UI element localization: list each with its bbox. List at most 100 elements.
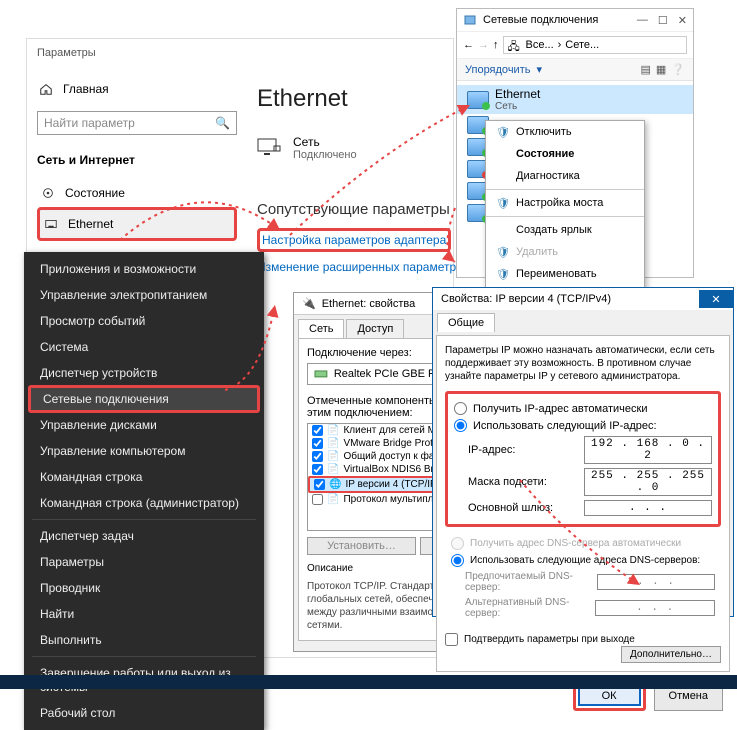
confirm-check-row[interactable]: Подтвердить параметры при выходе <box>445 633 635 646</box>
tab-access[interactable]: Доступ <box>346 319 404 338</box>
cm-run[interactable]: Выполнить <box>24 627 264 653</box>
ncx-rename[interactable]: 🛡Переименовать <box>486 263 644 285</box>
nc-addressbar[interactable]: ← → ↑ 🖧 Все...› Сете... <box>457 32 693 59</box>
comp-check[interactable] <box>312 425 323 436</box>
network-status: Подключено <box>293 149 357 161</box>
ipv4-body: Параметры IP можно назначать автоматичес… <box>436 335 730 672</box>
minimize-icon[interactable]: — <box>637 14 648 27</box>
advanced-button[interactable]: Дополнительно… <box>621 646 721 663</box>
cm-cmdadm[interactable]: Командная строка (администратор) <box>24 490 264 516</box>
shield-icon: 🛡 <box>496 126 508 138</box>
nav-home-label: Главная <box>63 82 109 96</box>
install-button[interactable]: Установить… <box>307 537 416 555</box>
back-icon[interactable]: ← <box>463 39 474 51</box>
status-icon <box>41 186 55 200</box>
home-icon <box>39 82 53 96</box>
cm-apps[interactable]: Приложения и возможности <box>24 256 264 282</box>
radio[interactable] <box>451 554 464 567</box>
up-icon[interactable]: ↑ <box>493 39 499 51</box>
cm-diskmgr[interactable]: Управление дисками <box>24 412 264 438</box>
cm-power[interactable]: Управление электропитанием <box>24 282 264 308</box>
card-icon <box>314 367 328 381</box>
comp-check[interactable] <box>312 438 323 449</box>
network-name: Сеть <box>293 135 357 149</box>
taskbar[interactable] <box>0 675 737 689</box>
comp-check[interactable] <box>312 451 323 462</box>
ncx-status[interactable]: Состояние <box>486 143 644 165</box>
cm-sep2 <box>32 656 256 657</box>
cm-cmd[interactable]: Командная строка <box>24 464 264 490</box>
crumb-all[interactable]: Все... <box>526 39 554 51</box>
radio-dns-auto: Получить адрес DNS-сервера автоматически <box>451 535 715 552</box>
radio[interactable] <box>454 402 467 415</box>
tab-general[interactable]: Общие <box>437 313 495 332</box>
dns2-input[interactable]: . . . <box>595 600 715 616</box>
view2-icon[interactable]: ▦ <box>656 63 666 76</box>
ncx-bridge[interactable]: 🛡Настройка моста <box>486 192 644 214</box>
dns-group: Получить адрес DNS-сервера автоматически… <box>445 531 721 625</box>
radio-dns-manual[interactable]: Использовать следующие адреса DNS-сервер… <box>451 552 715 569</box>
nav-home[interactable]: Главная <box>37 77 237 101</box>
radio[interactable] <box>454 419 467 432</box>
nav-ethernet-label: Ethernet <box>68 217 113 231</box>
ip-group: Получить IP-адрес автоматически Использо… <box>445 391 721 527</box>
dns1-input[interactable]: . . . <box>597 574 715 590</box>
maximize-icon[interactable]: ☐ <box>658 14 668 27</box>
mask-input[interactable]: 255 . 255 . 255 . 0 <box>584 468 712 496</box>
shield-icon: 🛡 <box>496 268 508 280</box>
ip-row: IP-адрес:192 . 168 . 0 . 2 <box>468 434 712 466</box>
related-heading: Сопутствующие параметры <box>257 201 452 218</box>
close-icon[interactable]: ✕ <box>678 14 687 27</box>
settings-section: Сеть и Интернет <box>37 153 237 167</box>
cm-desktop[interactable]: Рабочий стол <box>24 700 264 726</box>
radio-ip-auto[interactable]: Получить IP-адрес автоматически <box>454 400 712 417</box>
chevron-down-icon: ▾ <box>536 63 542 76</box>
shield-icon: 🛡 <box>496 246 508 258</box>
shield-icon: 🛡 <box>496 197 508 209</box>
gateway-input[interactable]: . . . <box>584 500 712 516</box>
ncx-sep2 <box>486 216 644 217</box>
ncx-shortcut[interactable]: Создать ярлык <box>486 219 644 241</box>
extended-settings-link[interactable]: Изменение расширенных параметров <box>257 260 452 274</box>
ok-button[interactable]: ОК <box>578 686 641 706</box>
plug-icon: 🔌 <box>302 297 316 310</box>
search-input[interactable]: Найти параметр 🔍 <box>37 111 237 135</box>
ncx-disable[interactable]: 🛡Отключить <box>486 121 644 143</box>
winx-menu: Приложения и возможности Управление элек… <box>24 252 264 730</box>
network-status-row[interactable]: Сеть Подключено <box>257 135 452 161</box>
fwd-icon[interactable]: → <box>478 39 489 51</box>
cm-explorer[interactable]: Проводник <box>24 575 264 601</box>
comp-check[interactable] <box>312 494 323 505</box>
comp-check[interactable] <box>314 479 325 490</box>
close-icon[interactable]: ✕ <box>699 290 733 308</box>
cm-taskmgr[interactable]: Диспетчер задач <box>24 523 264 549</box>
nic-icon <box>467 91 489 109</box>
ncx-delete[interactable]: 🛡Удалить <box>486 241 644 263</box>
adapter-ethernet[interactable]: Ethernet Сеть <box>457 85 693 114</box>
cm-sep1 <box>32 519 256 520</box>
cm-search[interactable]: Найти <box>24 601 264 627</box>
view-icon[interactable]: ▤ <box>640 63 650 76</box>
cm-netconn[interactable]: Сетевые подключения <box>28 385 260 413</box>
help-icon[interactable]: ❔ <box>671 63 685 76</box>
adapter-name: Ethernet <box>495 87 540 101</box>
nav-ethernet[interactable]: Ethernet <box>37 207 237 241</box>
radio-ip-manual[interactable]: Использовать следующий IP-адрес: <box>454 417 712 434</box>
organize-btn[interactable]: Упорядочить <box>465 64 530 76</box>
cm-system[interactable]: Система <box>24 334 264 360</box>
adapter-settings-link[interactable]: Настройка параметров адаптера <box>257 228 451 252</box>
gw-row: Основной шлюз: . . . <box>468 498 712 518</box>
tab-network[interactable]: Сеть <box>298 319 344 338</box>
confirm-checkbox[interactable] <box>445 633 458 646</box>
ncx-diag[interactable]: Диагностика <box>486 165 644 187</box>
cm-events[interactable]: Просмотр событий <box>24 308 264 334</box>
crumb-net[interactable]: Сете... <box>565 39 599 51</box>
cm-compmgr[interactable]: Управление компьютером <box>24 438 264 464</box>
comp-check[interactable] <box>312 464 323 475</box>
cm-settings[interactable]: Параметры <box>24 549 264 575</box>
cm-devmgr[interactable]: Диспетчер устройств <box>24 360 264 386</box>
ip-input[interactable]: 192 . 168 . 0 . 2 <box>584 436 712 464</box>
ipv4-properties-dialog: Свойства: IP версии 4 (TCP/IPv4) ✕ Общие… <box>432 287 734 617</box>
nav-status[interactable]: Состояние <box>37 179 237 207</box>
nc-icon <box>463 13 477 27</box>
